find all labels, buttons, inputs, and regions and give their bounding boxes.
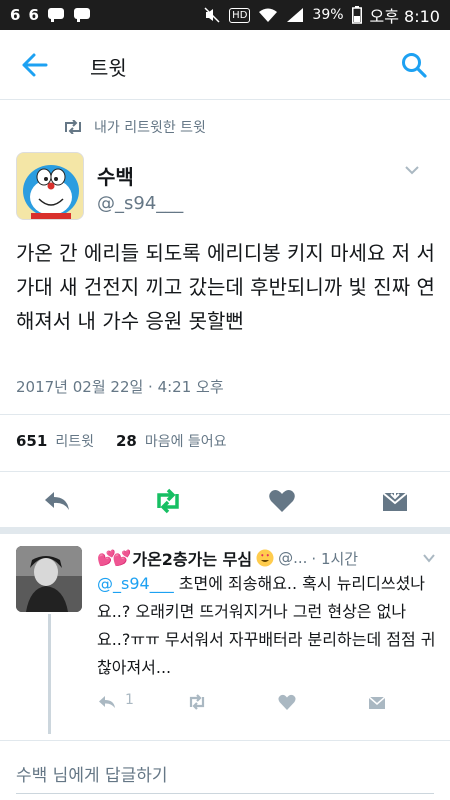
battery-icon [351, 6, 362, 24]
reply-composer[interactable]: 수백 님에게 답글하기 [0, 740, 450, 800]
status-left-icons: 6 6 [10, 6, 91, 24]
retweet-context-label: 내가 리트윗한 트윗 [94, 120, 206, 136]
chevron-down-icon[interactable] [422, 553, 436, 563]
retweet-icon[interactable] [187, 692, 207, 712]
tweet-timestamp: 2017년 02월 22일 · 4:21 오후 [16, 378, 224, 396]
reply-avatar-image [16, 546, 82, 612]
author-name[interactable]: 수백 [97, 161, 134, 190]
reply-mention[interactable]: @_s94___ [97, 574, 174, 593]
reply-input-placeholder[interactable]: 수백 님에게 답글하기 [16, 761, 168, 786]
battery-percent: 39% [312, 7, 344, 23]
reply-author-name[interactable]: 가온2층가는 무심 [132, 546, 252, 570]
like-count[interactable]: 28 [116, 432, 137, 450]
signal-icon [287, 8, 304, 22]
search-icon[interactable] [400, 51, 428, 79]
reply-text: @_s94___ 초면에 죄송해요.. 혹시 뉴리디쓰셨나요..? 오래키면 뜨… [97, 570, 437, 682]
back-arrow-icon[interactable] [20, 52, 48, 78]
doraemon-avatar-image [17, 153, 83, 219]
notification-icon: 6 [28, 6, 39, 24]
chevron-down-icon[interactable] [404, 164, 420, 176]
retweet-count-label[interactable]: 리트윗 [55, 431, 94, 451]
status-bar: 6 6 HD 39% 오후 8:10 [0, 0, 450, 30]
talk-icon [47, 8, 64, 22]
divider [0, 414, 450, 415]
heart-icon[interactable] [267, 486, 297, 516]
app-bar: 트윗 [0, 30, 450, 100]
retweet-context: 내가 리트윗한 트윗 [62, 117, 206, 137]
section-divider [0, 527, 450, 534]
tweet-stats: 651 리트윗 28 마음에 들어요 [16, 431, 227, 451]
retweet-icon [65, 120, 81, 134]
author-handle[interactable]: @_s94___ [97, 193, 183, 214]
page-title: 트윗 [90, 56, 127, 80]
wifi-icon [259, 8, 278, 22]
talk-icon [73, 8, 90, 22]
reply-header: 💕💕 가온2층가는 무심 @... · 1시간 [97, 546, 358, 570]
reply-actions: 1 [97, 690, 397, 714]
retweet-count[interactable]: 651 [16, 432, 47, 450]
input-underline [16, 793, 434, 794]
clock: 오후 8:10 [369, 7, 440, 26]
like-count-label[interactable]: 마음에 들어요 [145, 431, 227, 451]
notification-icon: 6 [10, 6, 21, 24]
direct-message-icon[interactable] [380, 486, 410, 516]
tweet-text: 가온 간 에리들 되도록 에리디봉 키지 마세요 저 서가대 새 건전지 끼고 … [16, 241, 435, 333]
hearts-emoji-icon: 💕💕 [97, 549, 131, 567]
divider [0, 471, 450, 472]
retweet-icon[interactable] [153, 486, 183, 516]
mute-icon [204, 7, 220, 23]
heart-icon[interactable] [277, 692, 297, 712]
heart-eyes-emoji-icon [256, 549, 274, 567]
tweet-actions [0, 476, 450, 526]
reply-count: 1 [125, 692, 134, 708]
reply-icon[interactable] [42, 486, 72, 516]
avatar[interactable] [16, 152, 84, 220]
reply-avatar[interactable] [16, 546, 82, 612]
reply-icon[interactable] [97, 692, 117, 712]
reply-author-handle[interactable]: @... [278, 549, 307, 567]
thread-line [48, 614, 51, 734]
hd-badge: HD [229, 7, 251, 23]
direct-message-icon[interactable] [367, 692, 387, 712]
reply-time: · 1시간 [311, 549, 359, 568]
